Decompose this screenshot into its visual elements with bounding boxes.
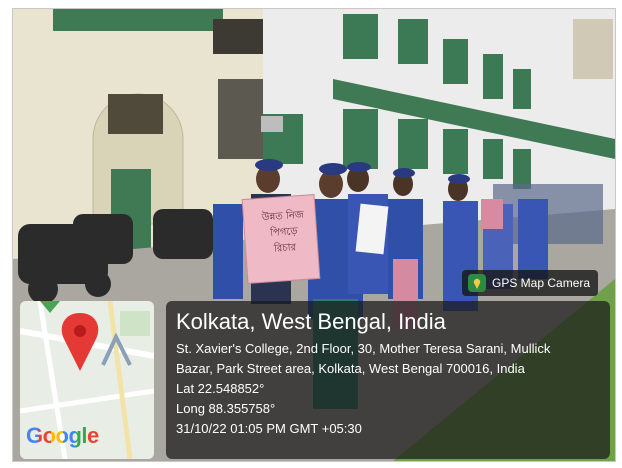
gps-map-camera-badge: GPS Map Camera xyxy=(462,270,599,296)
datetime: 31/10/22 01:05 PM GMT +05:30 xyxy=(176,421,362,436)
google-logo-text: Google xyxy=(26,423,99,448)
map-thumbnail: Google xyxy=(20,301,154,459)
badge-label: GPS Map Camera xyxy=(492,276,591,290)
address-line-1: St. Xavier's College, 2nd Floor, 30, Mot… xyxy=(176,341,551,356)
latitude: Lat 22.548852° xyxy=(176,381,265,396)
location-title: Kolkata, West Bengal, India xyxy=(176,309,446,334)
google-logo: Google xyxy=(26,423,99,449)
longitude: Long 88.355758° xyxy=(176,401,276,416)
gps-map-camera-icon xyxy=(468,274,486,292)
placard-white xyxy=(355,203,389,255)
location-info-panel: Kolkata, West Bengal, India St. Xavier's… xyxy=(166,301,610,459)
placard-text: উন্নত নিজ পিগড়ে রিচার xyxy=(251,207,316,259)
address-line-2: Bazar, Park Street area, Kolkata, West B… xyxy=(176,361,525,376)
placard-small xyxy=(481,199,503,229)
